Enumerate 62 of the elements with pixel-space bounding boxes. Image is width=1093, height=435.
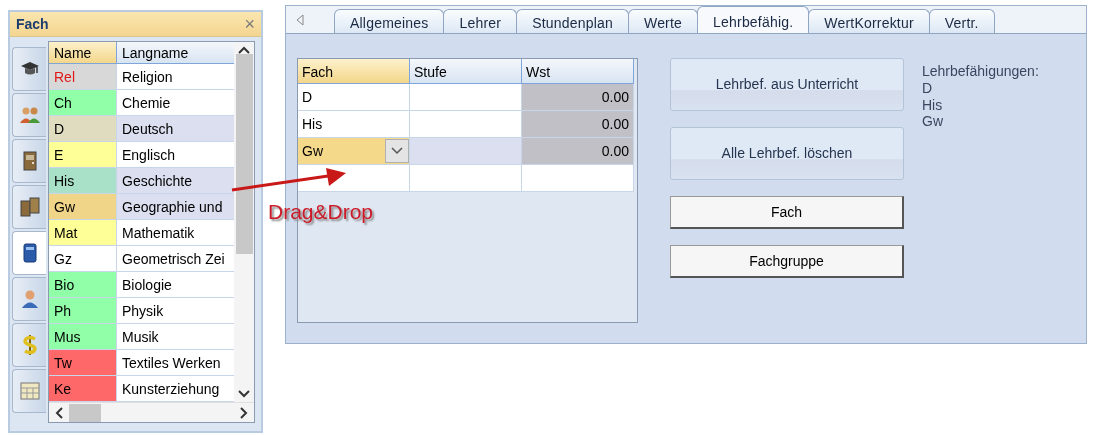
sidebar-tab[interactable] — [12, 185, 46, 229]
subject-code-cell[interactable]: D — [49, 116, 117, 142]
column-header[interactable]: Langname — [117, 42, 235, 64]
summary-item: D — [922, 79, 934, 97]
subject-code-cell[interactable]: Gz — [49, 246, 117, 272]
subject-code-cell[interactable]: His — [49, 168, 117, 194]
scroll-down-icon[interactable] — [238, 390, 251, 398]
subject-code-cell[interactable]: Gw — [49, 194, 117, 220]
dropdown-button[interactable] — [385, 139, 409, 163]
tab[interactable]: WertKorrektur — [808, 9, 930, 33]
subject-name-cell[interactable]: Deutsch — [117, 116, 235, 142]
column-header[interactable]: Name — [49, 42, 117, 64]
calendar-icon — [18, 380, 41, 402]
subject-code-cell[interactable]: Ph — [49, 298, 117, 324]
vertical-scrollbar[interactable] — [234, 42, 254, 402]
scroll-up-icon[interactable] — [238, 46, 251, 54]
table-cell: His — [298, 111, 410, 138]
table-cell: 0.00 — [522, 138, 634, 165]
subject-code-cell[interactable]: Ke — [49, 376, 117, 402]
tab[interactable]: Allgemeines — [334, 9, 445, 33]
sidebar-tab[interactable] — [12, 47, 46, 91]
scrollbar-thumb[interactable] — [235, 54, 253, 254]
column-header[interactable]: Stufe — [410, 59, 522, 84]
table-cell: 0.00 — [522, 84, 634, 111]
dropdown-value: Gw — [302, 141, 323, 161]
chevron-down-icon — [391, 147, 403, 155]
doors-icon — [18, 196, 41, 218]
summary-item: His — [922, 96, 944, 114]
scrollbar-thumb[interactable] — [69, 403, 101, 422]
sidebar-tab[interactable] — [12, 231, 46, 275]
tab[interactable]: Vertr. — [928, 9, 995, 33]
subject-code-cell[interactable]: Mat — [49, 220, 117, 246]
scroll-right-icon[interactable] — [240, 406, 248, 419]
scroll-left-icon[interactable] — [55, 406, 63, 419]
drag-drop-label: Drag&Drop — [268, 199, 374, 225]
action-button[interactable]: Lehrbef. aus Unterricht — [670, 58, 904, 111]
summary-title: Lehrbefähigungen: — [922, 63, 1039, 80]
subject-code-cell[interactable]: Mus — [49, 324, 117, 350]
tab[interactable]: Lehrbefähig. — [697, 6, 810, 33]
action-button[interactable]: Fachgruppe — [670, 245, 904, 278]
subject-name-cell[interactable]: Geschichte — [117, 168, 235, 194]
table-cell: D — [298, 84, 410, 111]
horizontal-scrollbar[interactable] — [49, 402, 254, 422]
subject-code-cell[interactable]: Ch — [49, 90, 117, 116]
action-button[interactable]: Fach — [670, 196, 904, 229]
tab[interactable]: Werte — [627, 9, 699, 33]
tab-scroll-left-icon[interactable] — [296, 14, 304, 26]
subject-dropdown[interactable]: Gw — [298, 138, 410, 165]
column-header[interactable]: Fach — [298, 59, 410, 84]
action-button[interactable]: Alle Lehrbef. löschen — [670, 127, 904, 180]
subject-code-cell[interactable]: Tw — [49, 350, 117, 376]
sidebar-tab[interactable] — [12, 277, 46, 321]
subject-name-cell[interactable]: Geographie und — [117, 194, 235, 220]
sidebar-tab[interactable] — [12, 139, 46, 183]
panel-title: Fach — [16, 14, 49, 34]
tab[interactable]: Stundenplan — [516, 9, 629, 33]
summary-item: Gw — [922, 113, 944, 131]
column-header[interactable]: Wst — [522, 59, 634, 84]
table-cell: 0.00 — [522, 111, 634, 138]
tab[interactable]: Lehrer — [443, 9, 518, 33]
subject-code-cell[interactable]: E — [49, 142, 117, 168]
subject-code-cell[interactable]: Bio — [49, 272, 117, 298]
